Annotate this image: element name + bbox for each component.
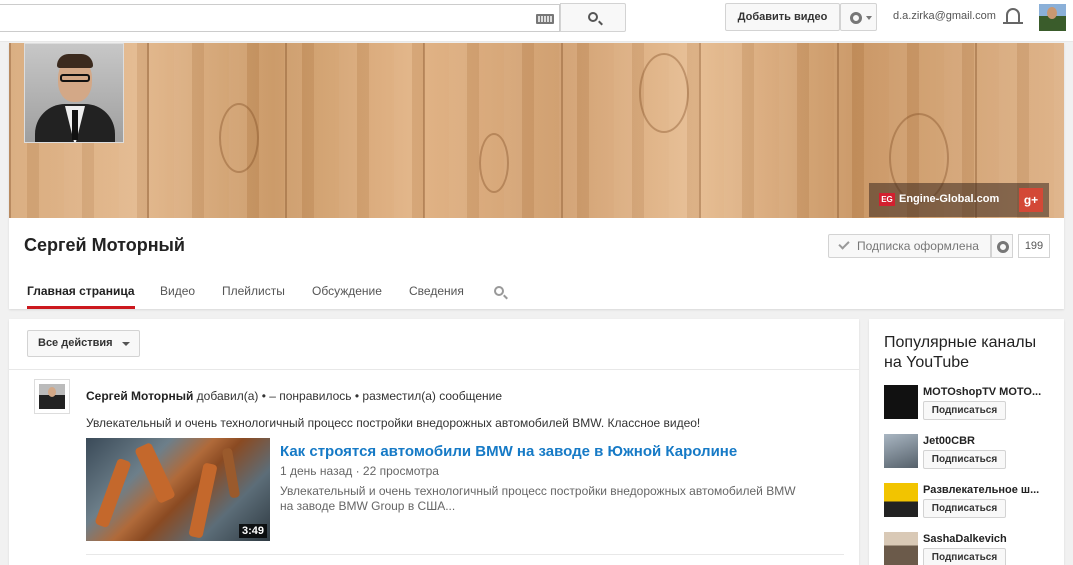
divider xyxy=(9,369,859,370)
search-input[interactable] xyxy=(0,4,560,32)
channel-thumbnail[interactable] xyxy=(884,434,918,468)
divider xyxy=(86,554,844,555)
channel-thumbnail[interactable] xyxy=(884,483,918,517)
activity-filter-label: Все действия xyxy=(38,337,113,349)
tab-home[interactable]: Главная страница xyxy=(27,276,135,309)
channel-thumbnail[interactable] xyxy=(884,385,918,419)
subscription-settings-button[interactable] xyxy=(991,234,1013,258)
channel-item: Развлекательное ш... Подписаться xyxy=(884,483,1059,523)
search-button[interactable] xyxy=(560,3,626,32)
subscribe-button[interactable]: Подписаться xyxy=(923,450,1006,469)
search-icon xyxy=(588,12,598,22)
video-title-link[interactable]: Как строятся автомобили BMW на заводе в … xyxy=(280,443,737,460)
post-author-link[interactable]: Сергей Моторный xyxy=(86,389,193,403)
channel-link-engine-global[interactable]: Engine-Global.com xyxy=(899,193,999,205)
channel-banner: EG Engine-Global.com g+ xyxy=(9,43,1064,218)
subscribed-button[interactable]: Подписка оформлена xyxy=(828,234,991,258)
channel-title: Сергей Моторный xyxy=(24,235,185,255)
video-duration: 3:49 xyxy=(238,524,267,538)
account-email[interactable]: d.a.zirka@gmail.com xyxy=(893,10,996,22)
channel-avatar xyxy=(24,43,124,143)
channel-item: MOTOshopTV MOTO... Подписаться xyxy=(884,385,1059,425)
keyboard-icon[interactable] xyxy=(536,14,554,24)
post-activity-text: добавил(а) • – понравилось • разместил(а… xyxy=(193,389,503,403)
post-message: Увлекательный и очень технологичный проц… xyxy=(86,416,701,430)
channel-item: Jet00CBR Подписаться xyxy=(884,434,1059,474)
subscribe-button[interactable]: Подписаться xyxy=(923,548,1006,565)
wood-knot xyxy=(219,103,259,173)
channel-name-link[interactable]: SashaDalkevich xyxy=(923,533,1053,545)
channel-name-link[interactable]: MOTOshopTV MOTO... xyxy=(923,386,1053,398)
channel-search-icon[interactable] xyxy=(494,286,504,296)
settings-button[interactable] xyxy=(840,3,877,31)
channel-header: EG Engine-Global.com g+ Сергей Моторный … xyxy=(9,43,1064,309)
chevron-down-icon xyxy=(122,342,130,346)
video-thumbnail[interactable]: 3:49 xyxy=(86,438,270,541)
tab-playlists[interactable]: Плейлисты xyxy=(222,276,285,309)
gear-icon xyxy=(997,241,1009,253)
notifications-bell-icon[interactable] xyxy=(1003,8,1023,24)
google-plus-icon[interactable]: g+ xyxy=(1019,188,1043,212)
channel-item: SashaDalkevich Подписаться xyxy=(884,532,1059,565)
wood-knot xyxy=(479,133,509,193)
tab-about[interactable]: Сведения xyxy=(409,276,464,309)
chevron-down-icon xyxy=(866,16,872,20)
channel-links: EG Engine-Global.com g+ xyxy=(869,183,1049,217)
channel-name-link[interactable]: Jet00CBR xyxy=(923,435,1053,447)
subscribe-button[interactable]: Подписаться xyxy=(923,401,1006,420)
popular-channels-sidebar: Популярные каналы на YouTube MOTOshopTV … xyxy=(869,319,1064,565)
video-age: 1 день назад xyxy=(280,464,353,478)
activity-filter-dropdown[interactable]: Все действия xyxy=(27,330,140,357)
video-meta: 1 день назад · 22 просмотра xyxy=(280,464,439,478)
tab-discussion[interactable]: Обсуждение xyxy=(312,276,382,309)
checkmark-icon xyxy=(838,238,850,250)
subscribe-button[interactable]: Подписаться xyxy=(923,499,1006,518)
channel-thumbnail[interactable] xyxy=(884,532,918,565)
post-author-avatar[interactable] xyxy=(34,379,70,414)
account-avatar[interactable] xyxy=(1039,4,1066,31)
gear-icon xyxy=(850,12,862,24)
channel-name-link[interactable]: Развлекательное ш... xyxy=(923,484,1053,496)
masthead: Добавить видео d.a.zirka@gmail.com xyxy=(0,0,1073,42)
sidebar-title: Популярные каналы на YouTube xyxy=(884,334,1037,371)
activity-feed: Все действия Сергей Моторный добавил(а) … xyxy=(9,319,859,565)
video-description: Увлекательный и очень технологичный проц… xyxy=(280,484,796,513)
video-views: 22 просмотра xyxy=(362,464,439,478)
tab-videos[interactable]: Видео xyxy=(160,276,195,309)
wood-knot xyxy=(639,53,689,133)
subscriber-count: 199 xyxy=(1018,234,1050,258)
post-header: Сергей Моторный добавил(а) • – понравило… xyxy=(86,389,502,403)
engine-global-logo: EG xyxy=(879,193,895,206)
upload-video-button[interactable]: Добавить видео xyxy=(725,3,840,31)
subscribed-label: Подписка оформлена xyxy=(857,239,979,253)
